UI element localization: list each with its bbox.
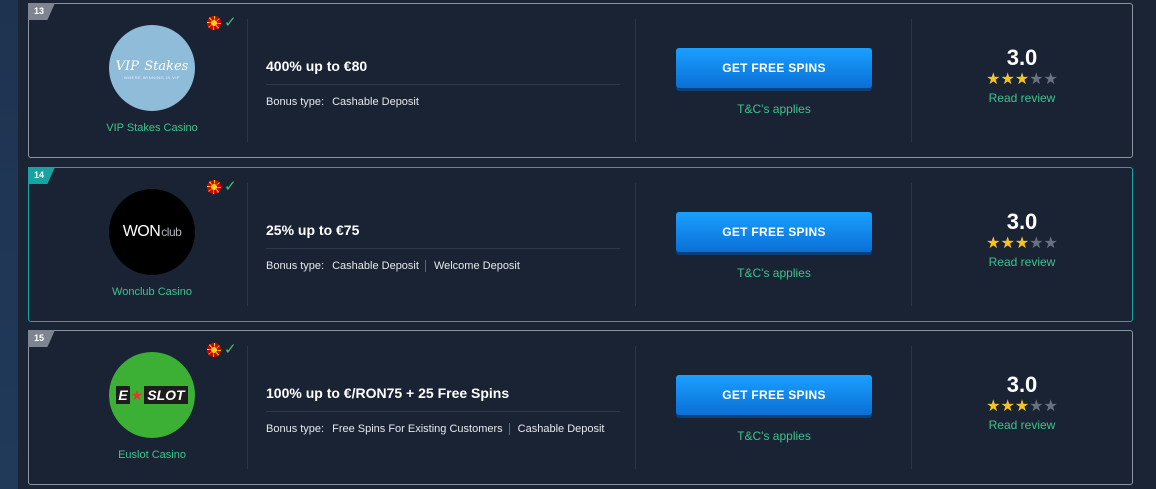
- divider: [911, 183, 912, 306]
- star-rating: ★ ★ ★ ★ ★: [969, 235, 1075, 253]
- bonus-info: 400% up to €80 Bonus type: Cashable Depos…: [266, 58, 620, 109]
- star-filled-icon: ★: [1000, 398, 1015, 415]
- rating-column: 3.0 ★ ★ ★ ★ ★ Read review: [969, 45, 1075, 105]
- cta-column: GET FREE SPINS T&C's applies: [676, 212, 872, 280]
- rating-score: 3.0: [1006, 209, 1038, 234]
- rating-score: 3.0: [1006, 45, 1038, 70]
- casino-logo[interactable]: E ★ SLOT: [109, 352, 195, 438]
- logo-accent-text: Stakes: [144, 59, 189, 74]
- bonus-type-value: Cashable Deposit: [517, 423, 605, 435]
- bonus-type-value: Welcome Deposit: [433, 260, 520, 272]
- read-review-link[interactable]: Read review: [969, 418, 1075, 432]
- star-empty-icon: ★: [1029, 71, 1044, 88]
- bonus-title: 25% up to €75: [266, 222, 620, 249]
- bonus-info: 25% up to €75 Bonus type: Cashable Deposi…: [266, 222, 620, 273]
- logo-accent-text: SLOT: [144, 386, 188, 404]
- divider: [247, 183, 248, 306]
- bonus-type-label: Bonus type:: [266, 260, 325, 272]
- star-rating: ★ ★ ★ ★ ★: [969, 71, 1075, 89]
- divider: [247, 346, 248, 469]
- casino-logo-column: E ★ SLOT Euslot Casino: [29, 331, 275, 484]
- star-empty-icon: ★: [1043, 235, 1058, 252]
- read-review-link[interactable]: Read review: [969, 91, 1075, 105]
- casino-logo-column: WON club Wonclub Casino: [29, 168, 275, 321]
- divider: [911, 19, 912, 142]
- casino-logo-column: VIP Stakes WHERE WINNING IS VIP VIP Stak…: [29, 4, 275, 157]
- star-filled-icon: ★: [1014, 398, 1030, 415]
- casino-name-link[interactable]: Euslot Casino: [29, 449, 275, 461]
- bonus-type-label: Bonus type:: [266, 423, 325, 435]
- divider: [911, 346, 912, 469]
- star-icon: ★: [130, 386, 144, 403]
- star-filled-icon: ★: [1000, 71, 1015, 88]
- bonus-type-value: Cashable Deposit: [330, 260, 426, 272]
- star-filled-icon: ★: [1014, 235, 1030, 252]
- bonus-type-label: Bonus type:: [266, 96, 325, 108]
- divider: [247, 19, 248, 142]
- tc-link[interactable]: T&C's applies: [676, 266, 872, 280]
- get-free-spins-button[interactable]: GET FREE SPINS: [676, 375, 872, 415]
- divider: [635, 346, 636, 469]
- bonus-type-value: Cashable Deposit: [332, 96, 419, 108]
- casino-name-link[interactable]: Wonclub Casino: [29, 286, 275, 298]
- star-empty-icon: ★: [1029, 398, 1044, 415]
- read-review-link[interactable]: Read review: [969, 255, 1075, 269]
- star-empty-icon: ★: [1043, 71, 1058, 88]
- star-empty-icon: ★: [1029, 235, 1044, 252]
- page-background-edge: [0, 0, 18, 489]
- casino-logo[interactable]: VIP Stakes WHERE WINNING IS VIP: [109, 25, 195, 111]
- rating-score: 3.0: [1006, 372, 1038, 397]
- get-free-spins-button[interactable]: GET FREE SPINS: [676, 212, 872, 252]
- logo-text: WON: [122, 223, 161, 240]
- star-filled-icon: ★: [1000, 235, 1015, 252]
- logo-text: E: [116, 386, 130, 404]
- bonus-type: Bonus type: Cashable Deposit Welcome Depos…: [266, 259, 620, 273]
- casino-card: 14 ✓ WON club Wonclub Casino 25% up to €7…: [28, 167, 1133, 322]
- logo-tagline: WHERE WINNING IS VIP: [123, 75, 181, 80]
- star-rating: ★ ★ ★ ★ ★: [969, 398, 1075, 416]
- divider: [635, 19, 636, 142]
- tc-link[interactable]: T&C's applies: [676, 102, 872, 116]
- bonus-info: 100% up to €/RON75 + 25 Free Spins Bonus…: [266, 385, 620, 436]
- casino-card: 13 ✓ VIP Stakes WHERE WINNING IS VIP VIP…: [28, 3, 1133, 158]
- casino-card: 15 ✓ E ★ SLOT Euslot Casino 100% up to €/R…: [28, 330, 1133, 485]
- tc-link[interactable]: T&C's applies: [676, 429, 872, 443]
- rating-column: 3.0 ★ ★ ★ ★ ★ Read review: [969, 209, 1075, 269]
- cta-column: GET FREE SPINS T&C's applies: [676, 48, 872, 116]
- cta-column: GET FREE SPINS T&C's applies: [676, 375, 872, 443]
- logo-accent-text: club: [161, 225, 182, 239]
- bonus-type: Bonus type: Free Spins For Existing Custo…: [266, 422, 620, 436]
- casino-logo[interactable]: WON club: [109, 189, 195, 275]
- bonus-title: 100% up to €/RON75 + 25 Free Spins: [266, 385, 620, 412]
- rating-column: 3.0 ★ ★ ★ ★ ★ Read review: [969, 372, 1075, 432]
- bonus-type-value: Free Spins For Existing Customers: [330, 423, 510, 435]
- bonus-title: 400% up to €80: [266, 58, 620, 85]
- star-filled-icon: ★: [986, 71, 1001, 88]
- divider: [635, 183, 636, 306]
- star-empty-icon: ★: [1043, 398, 1058, 415]
- star-filled-icon: ★: [1014, 71, 1030, 88]
- casino-name-link[interactable]: VIP Stakes Casino: [29, 122, 275, 134]
- star-filled-icon: ★: [986, 398, 1001, 415]
- bonus-type: Bonus type: Cashable Deposit: [266, 95, 620, 109]
- get-free-spins-button[interactable]: GET FREE SPINS: [676, 48, 872, 88]
- star-filled-icon: ★: [986, 235, 1001, 252]
- logo-text: VIP: [115, 59, 139, 74]
